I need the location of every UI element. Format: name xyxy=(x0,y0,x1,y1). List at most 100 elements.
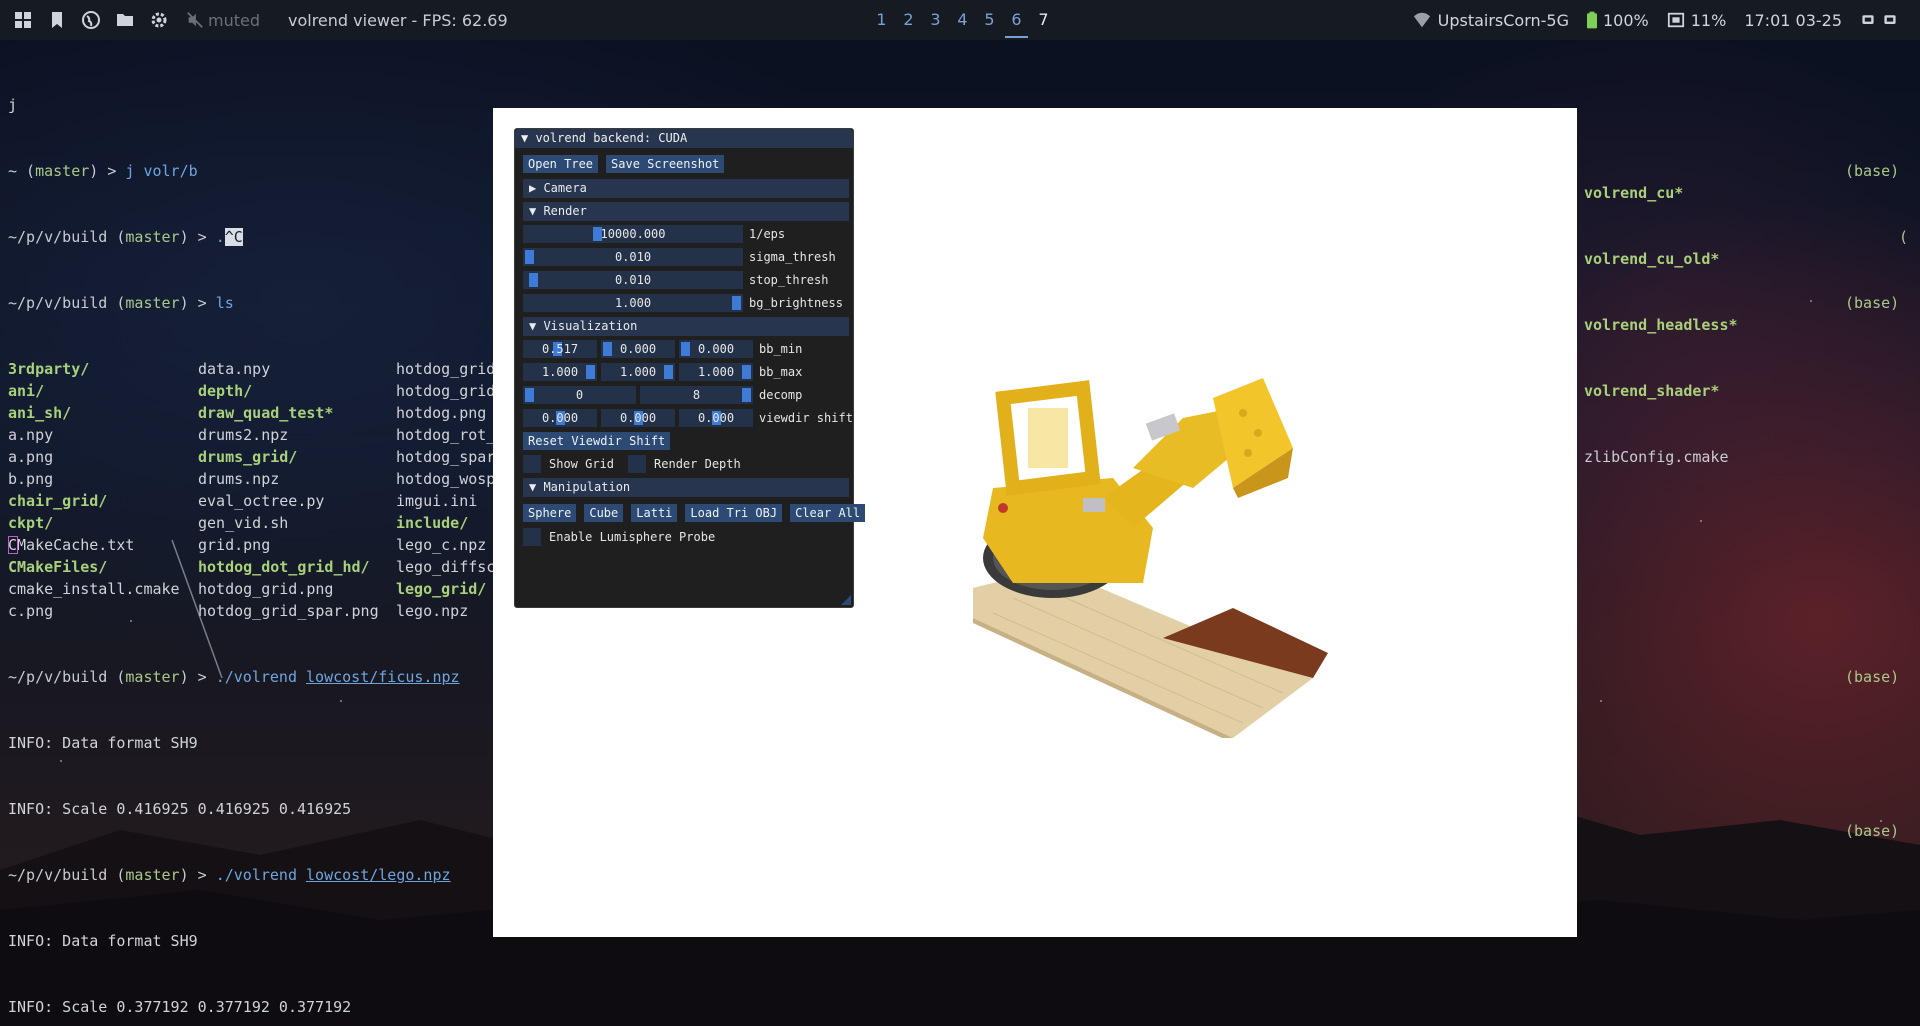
wifi-name: UpstairsCorn-5G xyxy=(1437,10,1569,30)
slider-grab[interactable] xyxy=(525,388,534,402)
visualization-section-header[interactable]: ▼ Visualization xyxy=(523,317,849,336)
viewdir-y-slider[interactable]: 0.000 xyxy=(601,409,675,427)
bb-max-z-slider[interactable]: 1.000 xyxy=(679,363,753,381)
slider-row: 0.010 sigma_thresh xyxy=(523,248,836,266)
cpu-icon xyxy=(1667,12,1684,28)
globe-icon[interactable] xyxy=(80,9,102,31)
imgui-control-panel[interactable]: ▼ volrend backend: CUDA Open Tree Save S… xyxy=(514,128,866,608)
bb-min-z-slider[interactable]: 0.000 xyxy=(679,340,753,358)
slider-label: stop_thresh xyxy=(749,273,829,287)
sigma-thresh-slider[interactable]: 0.010 xyxy=(523,248,743,266)
env-base: (base) xyxy=(1845,294,1900,312)
list-item: b.png xyxy=(8,470,54,488)
terminal-output[interactable]: j ~ (master) > j volr/b ~/p/v/build (mas… xyxy=(8,50,495,1026)
workspace-2[interactable]: 2 xyxy=(895,0,922,40)
viewdir-x-slider[interactable]: 0.000 xyxy=(523,409,597,427)
slider-row: 10000.000 1/eps xyxy=(523,225,785,243)
clock-text: 17:01 03-25 xyxy=(1744,10,1842,30)
list-item: hotdog_grid xyxy=(396,360,496,378)
list-item: ani_sh/ xyxy=(8,404,72,422)
lumisphere-checkbox[interactable] xyxy=(523,528,541,546)
volume-indicator[interactable]: muted xyxy=(186,11,260,30)
bb-min-y-slider[interactable]: 0.000 xyxy=(601,340,675,358)
battery-icon xyxy=(1587,11,1597,29)
grid-icon[interactable] xyxy=(12,9,34,31)
workspace-6[interactable]: 6 xyxy=(1003,0,1030,40)
gear-icon[interactable] xyxy=(148,9,170,31)
clear-all-button[interactable]: Clear All xyxy=(790,504,866,522)
render-section-header[interactable]: ▼ Render xyxy=(523,202,849,221)
clock[interactable]: 17:01 03-25 xyxy=(1744,11,1842,30)
slider-grab[interactable] xyxy=(732,296,741,310)
folder-icon[interactable] xyxy=(114,9,136,31)
slider-label: sigma_thresh xyxy=(749,250,836,264)
list-item: hotdog_rot_ xyxy=(396,426,496,444)
terminal-line: ~/p/v/build (master) > ls xyxy=(8,294,234,312)
decomp-min-slider[interactable]: 0 xyxy=(523,386,636,404)
bookmark-icon[interactable] xyxy=(46,9,68,31)
list-item: chair_grid/ xyxy=(8,492,108,510)
panel-title-bar[interactable]: ▼ volrend backend: CUDA xyxy=(515,129,853,148)
cube-button[interactable]: Cube xyxy=(584,504,624,522)
slider-grab[interactable] xyxy=(742,388,751,402)
list-item: a.npy xyxy=(8,426,54,444)
workspace-1[interactable]: 1 xyxy=(868,0,895,40)
slider-grab[interactable] xyxy=(603,342,612,356)
battery-status[interactable]: 100% xyxy=(1587,11,1649,30)
terminal-line: ~/p/v/build (master) > .^C xyxy=(8,228,243,246)
list-item: ani/ xyxy=(8,382,45,400)
manipulation-section-header[interactable]: ▼ Manipulation xyxy=(523,478,849,497)
file-link-lego[interactable]: lowcost/lego.npz xyxy=(306,866,451,884)
battery-percent: 100% xyxy=(1603,10,1649,30)
reset-viewdir-button[interactable]: Reset Viewdir Shift xyxy=(523,432,671,450)
latti-button[interactable]: Latti xyxy=(631,504,678,522)
bb-min-x-slider[interactable]: 0.517 xyxy=(523,340,597,358)
slider-grab[interactable] xyxy=(664,365,673,379)
wifi-status[interactable]: UpstairsCorn-5G xyxy=(1412,11,1569,30)
list-item: lego_c.npz xyxy=(396,536,487,554)
eps-slider[interactable]: 10000.000 xyxy=(523,225,743,243)
env-base: (base) xyxy=(1845,668,1900,686)
show-grid-checkbox[interactable] xyxy=(523,455,541,473)
slider-grab[interactable] xyxy=(742,365,751,379)
workspace-7[interactable]: 7 xyxy=(1030,0,1057,40)
terminal-line: j xyxy=(8,96,18,114)
list-item: draw_quad_test* xyxy=(198,404,334,422)
lumisphere-label: Enable Lumisphere Probe xyxy=(549,530,716,544)
cpu-status[interactable]: 11% xyxy=(1667,11,1726,30)
list-item: lego.npz xyxy=(396,602,469,620)
save-screenshot-button[interactable]: Save Screenshot xyxy=(606,155,725,173)
slider-grab[interactable] xyxy=(681,342,690,356)
bb-max-y-slider[interactable]: 1.000 xyxy=(601,363,675,381)
env-paren: ( xyxy=(1899,228,1909,246)
focused-window-title: volrend viewer - FPS: 62.69 xyxy=(288,10,508,30)
slider-grab[interactable] xyxy=(529,273,539,287)
stop-thresh-slider[interactable]: 0.010 xyxy=(523,271,743,289)
bg-brightness-slider[interactable]: 1.000 xyxy=(523,294,743,312)
load-tri-obj-button[interactable]: Load Tri OBJ xyxy=(685,504,783,522)
slider-label: 1/eps xyxy=(749,227,786,241)
terminal-line: INFO: Data format SH9 xyxy=(8,734,198,752)
tray-icons[interactable] xyxy=(1860,12,1904,28)
workspace-3[interactable]: 3 xyxy=(922,0,949,40)
viewdir-z-slider[interactable]: 0.000 xyxy=(679,409,753,427)
manip-button-row: Sphere Cube Latti Load Tri OBJ Clear All xyxy=(523,504,866,522)
rendered-lego-model[interactable] xyxy=(933,378,1353,738)
slider-grab[interactable] xyxy=(525,250,534,264)
resize-grip-icon[interactable] xyxy=(841,595,851,605)
workspace-4[interactable]: 4 xyxy=(949,0,976,40)
bb-max-x-slider[interactable]: 1.000 xyxy=(523,363,597,381)
slider-grab[interactable] xyxy=(586,365,595,379)
render-depth-checkbox[interactable] xyxy=(628,455,647,473)
sphere-button[interactable]: Sphere xyxy=(523,504,577,522)
list-item: hotdog_grid xyxy=(396,382,496,400)
workspace-5[interactable]: 5 xyxy=(976,0,1003,40)
list-item: depth/ xyxy=(198,382,253,400)
open-tree-button[interactable]: Open Tree xyxy=(523,155,599,173)
system-tray: UpstairsCorn-5G 100% 11% 17:01 03-25 xyxy=(1394,0,1920,40)
list-item: hotdog_grid.png xyxy=(198,580,334,598)
decomp-max-slider[interactable]: 8 xyxy=(640,386,753,404)
slider-label: bb_min xyxy=(759,342,803,356)
camera-section-header[interactable]: ▶ Camera xyxy=(523,179,849,198)
file-link-ficus[interactable]: lowcost/ficus.npz xyxy=(306,668,460,686)
